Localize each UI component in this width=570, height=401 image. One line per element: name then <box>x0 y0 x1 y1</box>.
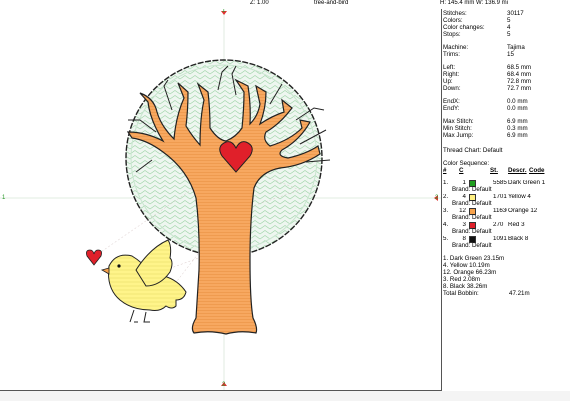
color-brand: Brand: Default <box>452 186 492 193</box>
design-canvas[interactable]: 1 1 2 2 <box>0 9 442 391</box>
stat-endy: EndY: 0.0 mm <box>443 105 528 112</box>
color-brand: Brand: Default <box>452 200 492 207</box>
embroidery-design <box>0 9 441 390</box>
axis-label-bottom: 2 <box>222 382 226 388</box>
stat-stops: Stops: 5 <box>443 31 511 38</box>
col-header-stitches: St. <box>490 167 498 174</box>
color-brand: Brand: Default <box>452 214 492 221</box>
design-dimensions: H: 145.4 mm W: 136.9 mi <box>440 0 508 6</box>
color-sequence-header: # C St. Descr. Code <box>443 167 570 175</box>
stat-max-jump: Max Jump: 6.9 mm <box>443 132 528 139</box>
color-sequence-title: Color Sequence: <box>443 160 490 167</box>
stat-trims: Trims: 15 <box>443 51 514 58</box>
small-heart <box>86 249 102 266</box>
axis-label-top: 1 <box>222 9 226 14</box>
color-brand: Brand: Default <box>452 242 492 249</box>
status-strip <box>0 391 570 401</box>
col-header-descr: Descr. <box>508 167 527 174</box>
axis-label-left: 1 <box>2 195 6 201</box>
bird <box>100 239 187 323</box>
stat-down: Down: 72.7 mm <box>443 85 532 92</box>
col-header-code: Code <box>529 167 545 174</box>
thread-chart-label: Thread Chart: Default <box>443 147 503 154</box>
total-bobbin: Total Bobbin: 47.21m <box>443 290 530 297</box>
design-info-panel: Stitches: 30117 Colors: 5 Color changes: 4 … <box>443 9 570 390</box>
col-header-c: C <box>459 167 464 174</box>
zoom-level: Z: 1.00 <box>250 0 269 6</box>
design-name: tree-and-bird <box>314 0 349 6</box>
axis-label-right: 2 <box>435 195 439 201</box>
col-header-number: # <box>443 167 447 174</box>
color-brand: Brand: Default <box>452 228 492 235</box>
